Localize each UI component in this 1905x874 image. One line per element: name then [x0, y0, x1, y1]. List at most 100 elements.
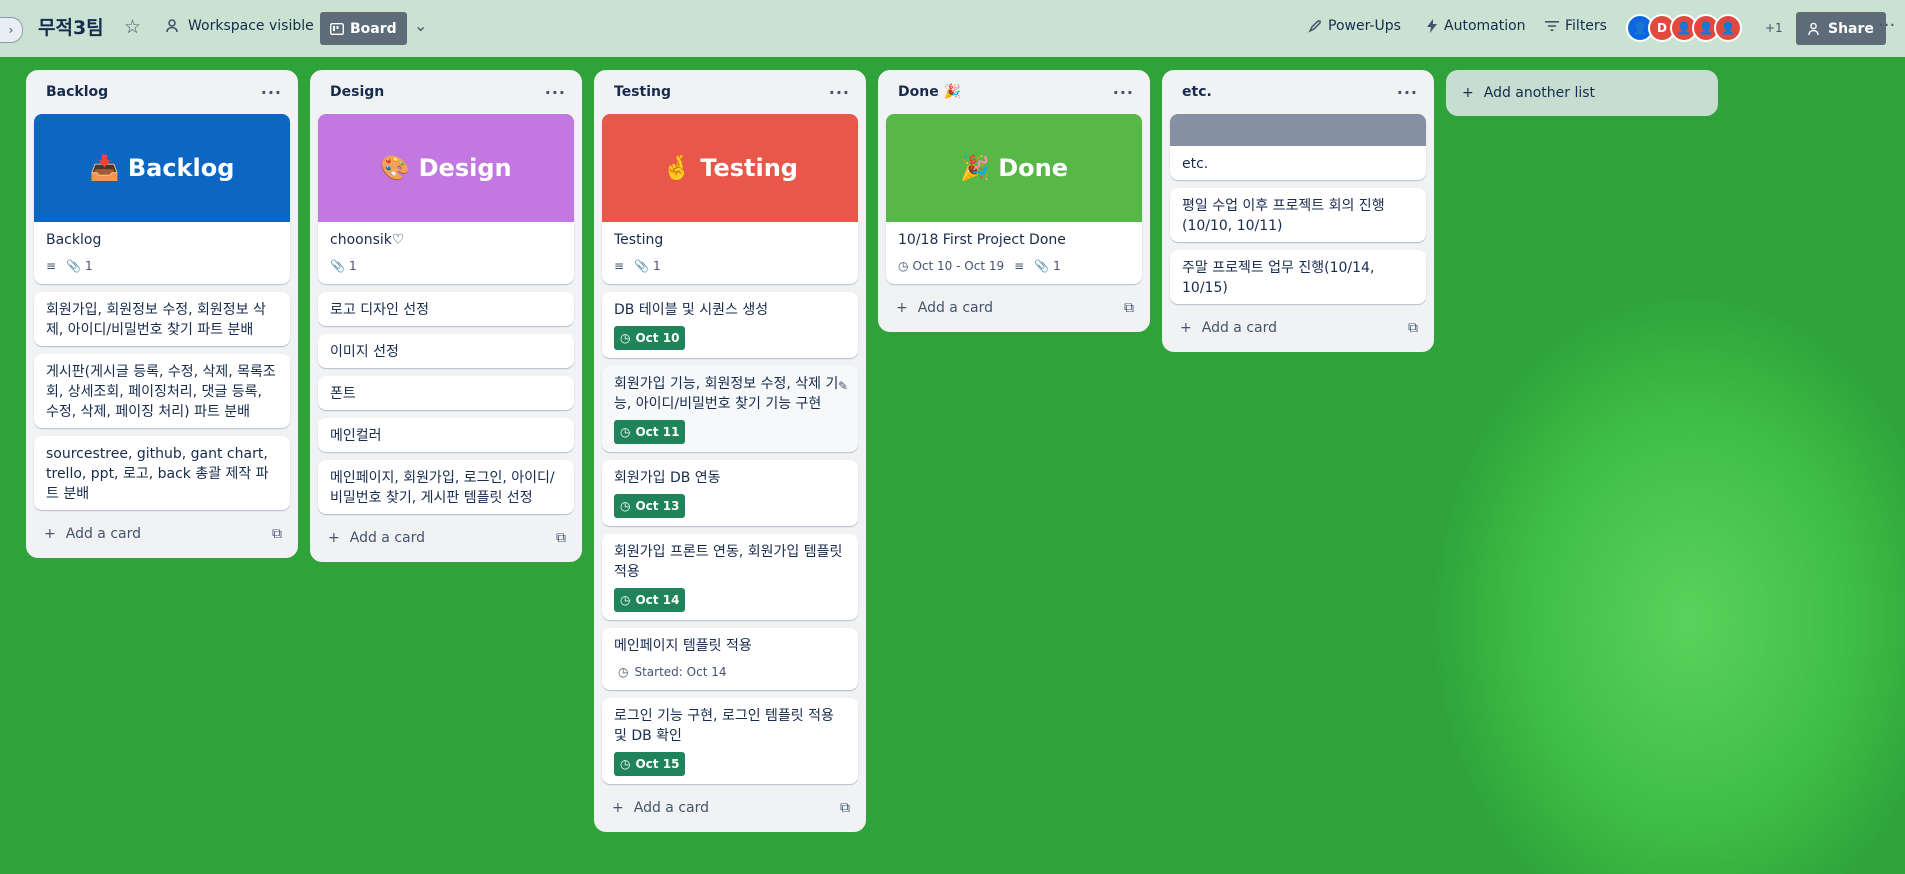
board-view-label: Board: [350, 20, 397, 37]
cover-card[interactable]: 🎨 Design choonsik♡ 📎 1: [318, 114, 574, 284]
list-item[interactable]: 평일 수업 이후 프로젝트 회의 진행(10/10, 10/11): [1170, 188, 1426, 242]
list-item[interactable]: 메인페이지, 회원가입, 로그인, 아이디/비밀번호 찾기, 게시판 템플릿 선…: [318, 460, 574, 514]
star-icon[interactable]: ☆: [124, 16, 141, 38]
card-title: 회원가입 프론트 연동, 회원가입 템플릿 적용: [614, 544, 843, 580]
add-card-row: + Add a card ⧉: [318, 522, 574, 554]
chevron-right-icon: ›: [8, 23, 14, 37]
list-item[interactable]: 주말 프로젝트 업무 진행(10/14, 10/15): [1170, 250, 1426, 304]
card-badges: 📎 1: [318, 256, 574, 284]
list-item[interactable]: 회원가입, 회원정보 수정, 회원정보 삭제, 아이디/비밀번호 찾기 파트 분…: [34, 292, 290, 346]
list-item[interactable]: DB 테이블 및 시퀀스 생성 ◷ Oct 10: [602, 292, 858, 358]
template-icon[interactable]: ⧉: [1124, 300, 1134, 316]
due-date: Oct 13: [635, 499, 680, 513]
more-icon[interactable]: ···: [1113, 83, 1134, 102]
add-list-button[interactable]: + Add another list: [1446, 70, 1718, 116]
list-header[interactable]: Design ···: [318, 70, 574, 114]
list-item[interactable]: 메인페이지 템플릿 적용 ◷ Started: Oct 14: [602, 628, 858, 690]
list-item[interactable]: 메인컬러: [318, 418, 574, 452]
due-date: Oct 11: [635, 425, 680, 439]
card-cover: 🎨 Design: [318, 114, 574, 222]
list-testing: Testing ··· 🤞 Testing Testing ≡ 📎 1 DB 테이…: [594, 70, 866, 832]
filters-button[interactable]: Filters: [1545, 18, 1607, 34]
list-etc: etc. ··· etc. 평일 수업 이후 프로젝트 회의 진행(10/10,…: [1162, 70, 1434, 352]
add-card-row: + Add a card ⧉: [602, 792, 858, 824]
clock-icon: ◷: [620, 499, 631, 513]
paperclip-icon: 📎: [330, 259, 345, 273]
list-title[interactable]: etc.: [1182, 84, 1212, 100]
avatar[interactable]: 👤: [1714, 14, 1742, 42]
plus-icon: +: [328, 530, 340, 546]
due-date-badge[interactable]: ◷ Oct 10: [614, 326, 686, 350]
due-date-badge[interactable]: ◷ Oct 11: [614, 420, 686, 444]
cover-text: 📥 Backlog: [89, 154, 235, 182]
due-date: Oct 15: [635, 757, 680, 771]
more-icon[interactable]: ···: [261, 83, 282, 102]
list-item[interactable]: 이미지 선정: [318, 334, 574, 368]
pencil-icon[interactable]: ✎: [838, 376, 848, 396]
rocket-icon: [1308, 20, 1321, 33]
list-item[interactable]: 로고 디자인 선정: [318, 292, 574, 326]
attachment-count: 1: [348, 259, 357, 273]
card-title: 10/18 First Project Done: [898, 232, 1066, 248]
list-item[interactable]: 회원가입 프론트 연동, 회원가입 템플릿 적용 ◷ Oct 14: [602, 534, 858, 620]
cover-card[interactable]: 🤞 Testing Testing ≡ 📎 1: [602, 114, 858, 284]
more-icon[interactable]: ···: [829, 83, 850, 102]
template-icon[interactable]: ⧉: [1408, 320, 1418, 336]
plus-icon: +: [1180, 320, 1192, 336]
list-item[interactable]: 회원가입 DB 연동 ◷ Oct 13: [602, 460, 858, 526]
card-cover: 🤞 Testing: [602, 114, 858, 222]
add-card-button[interactable]: + Add a card: [328, 530, 425, 546]
cover-card[interactable]: 🎉 Done 10/18 First Project Done ◷ Oct 10 …: [886, 114, 1142, 284]
card-title: 회원가입 DB 연동: [614, 470, 721, 486]
add-card-label: Add a card: [349, 530, 425, 546]
list-item[interactable]: 폰트: [318, 376, 574, 410]
card-title: 폰트: [330, 386, 356, 402]
list-header[interactable]: Done 🎉 ···: [886, 70, 1142, 114]
list-title[interactable]: Backlog: [46, 84, 108, 100]
template-icon[interactable]: ⧉: [556, 530, 566, 546]
automation-button[interactable]: Automation: [1426, 18, 1526, 34]
list-item[interactable]: ✎ 회원가입 기능, 회원정보 수정, 삭제 기능, 아이디/비밀번호 찾기 기…: [602, 366, 858, 452]
start-date-badge: ◷ Started: Oct 14: [602, 662, 858, 690]
attachment-count: 1: [653, 259, 661, 273]
chevron-down-icon[interactable]: ⌄: [414, 16, 427, 35]
visibility-button[interactable]: Workspace visible: [166, 18, 314, 34]
board-title[interactable]: 무적3팀: [38, 13, 104, 40]
list-header[interactable]: Testing ···: [602, 70, 858, 114]
card-title: 메인페이지, 회원가입, 로그인, 아이디/비밀번호 찾기, 게시판 템플릿 선…: [330, 470, 555, 506]
dates-badge[interactable]: ◷ Oct 10 - Oct 19: [898, 256, 1004, 276]
add-person-icon: [1808, 22, 1819, 35]
card-title: 회원가입 기능, 회원정보 수정, 삭제 기능, 아이디/비밀번호 찾기 기능 …: [614, 376, 839, 412]
board-view-button[interactable]: Board: [320, 12, 407, 45]
paperclip-icon: 📎: [1034, 259, 1050, 273]
list-title[interactable]: Design: [330, 84, 384, 100]
more-icon[interactable]: ···: [1878, 15, 1895, 36]
power-ups-button[interactable]: Power-Ups: [1308, 18, 1401, 34]
add-card-button[interactable]: + Add a card: [896, 300, 993, 316]
add-card-button[interactable]: + Add a card: [44, 526, 141, 542]
cover-card[interactable]: 📥 Backlog Backlog ≡ 📎 1: [34, 114, 290, 284]
list-item[interactable]: 로그인 기능 구현, 로그인 템플릿 적용 및 DB 확인 ◷ Oct 15: [602, 698, 858, 784]
list-header[interactable]: etc. ···: [1170, 70, 1426, 114]
extra-members-count[interactable]: +1: [1765, 21, 1783, 35]
more-icon[interactable]: ···: [545, 83, 566, 102]
list-item[interactable]: sourcestree, github, gant chart, trello,…: [34, 436, 290, 510]
sidebar-expand-button[interactable]: ›: [0, 17, 23, 43]
more-icon[interactable]: ···: [1397, 83, 1418, 102]
add-card-button[interactable]: + Add a card: [612, 800, 709, 816]
cover-card[interactable]: etc.: [1170, 114, 1426, 180]
list-title[interactable]: Done 🎉: [898, 84, 961, 100]
due-date-badge[interactable]: ◷ Oct 15: [614, 752, 686, 776]
due-date: Oct 10: [635, 331, 680, 345]
list-title[interactable]: Testing: [614, 84, 671, 100]
share-button[interactable]: Share: [1796, 12, 1886, 45]
card-title: 평일 수업 이후 프로젝트 회의 진행(10/10, 10/11): [1182, 198, 1385, 234]
list-item[interactable]: 게시판(게시글 등록, 수정, 삭제, 목록조회, 상세조회, 페이징처리, 댓…: [34, 354, 290, 428]
due-date-badge[interactable]: ◷ Oct 14: [614, 588, 686, 612]
template-icon[interactable]: ⧉: [840, 800, 850, 816]
due-date-badge[interactable]: ◷ Oct 13: [614, 494, 686, 518]
card-badges: ≡ 📎 1: [602, 256, 858, 284]
list-header[interactable]: Backlog ···: [34, 70, 290, 114]
add-card-button[interactable]: + Add a card: [1180, 320, 1277, 336]
template-icon[interactable]: ⧉: [272, 526, 282, 542]
